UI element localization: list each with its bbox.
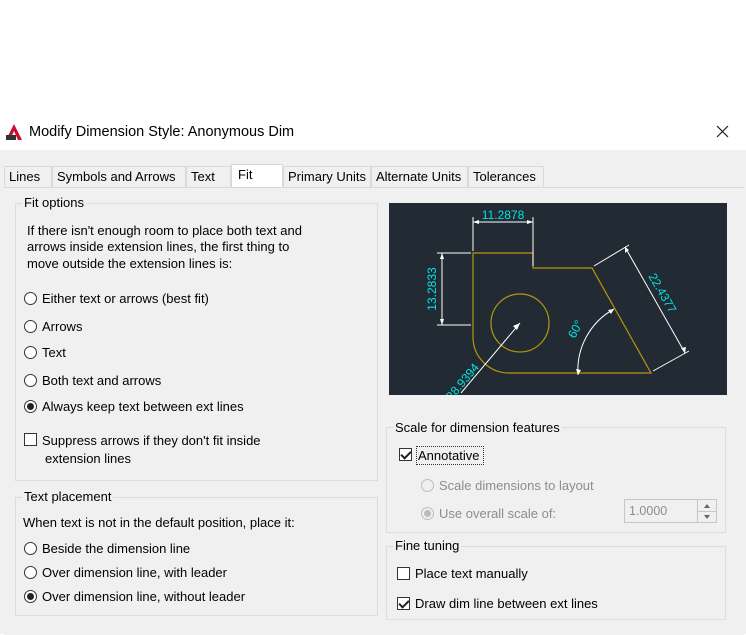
radio-overall-scale-label[interactable]: Use overall scale of: [439,506,556,521]
preview-outline [472,252,653,374]
preview-dim-radius: R8.9394 [442,360,482,395]
radio-scale-to-layout[interactable] [421,479,434,492]
radio-over-with-leader[interactable] [24,566,37,579]
place-text-manually-label[interactable]: Place text manually [415,566,528,581]
radio-both-text-and-arrows[interactable] [24,374,37,387]
checkbox-draw-dim-line[interactable] [397,597,410,610]
fit-options-description-line2: arrows inside extension lines, the first… [27,239,290,254]
tab-tolerances[interactable]: Tolerances [468,166,544,187]
checkbox-place-text-manually[interactable] [397,567,410,580]
overall-scale-spinner[interactable]: 1.0000 [624,499,717,523]
tab-alternate-units[interactable]: Alternate Units [371,166,468,187]
tab-label: Lines [9,169,41,184]
tab-primary-units[interactable]: Primary Units [283,166,371,187]
annotative-label[interactable]: Annotative [418,448,479,463]
close-button[interactable] [702,118,742,148]
tab-label: Text [191,169,215,184]
preview-dim-angle: 60° [565,318,586,341]
fit-options-description-line1: If there isn't enough room to place both… [27,223,302,238]
tab-label: Fit [238,167,253,182]
radio-over-without-leader-label[interactable]: Over dimension line, without leader [42,589,245,604]
radio-overall-scale[interactable] [421,507,434,520]
draw-dim-line-label[interactable]: Draw dim line between ext lines [415,596,598,611]
fine-tuning-title: Fine tuning [393,538,462,553]
radio-text[interactable] [24,346,37,359]
fit-options-description-line3: move outside the extension lines is: [27,256,233,271]
radio-always-keep-text[interactable] [24,400,37,413]
autocad-app-icon [5,123,23,141]
suppress-arrows-label-line2[interactable]: extension lines [45,451,131,466]
checkbox-annotative[interactable] [399,448,412,461]
radio-arrows[interactable] [24,320,37,333]
tab-label: Symbols and Arrows [57,169,176,184]
tab-label: Primary Units [288,169,367,184]
tab-fit[interactable]: Fit [231,164,283,188]
fit-options-title: Fit options [22,195,86,210]
spinner-buttons [697,500,716,522]
radio-text-label[interactable]: Text [42,345,66,360]
preview-dim-top: 11.2878 [482,208,525,222]
radio-beside-dimension-line[interactable] [24,542,37,555]
suppress-arrows-label-line1[interactable]: Suppress arrows if they don't fit inside [42,433,261,448]
preview-drawing: 11.2878 13.2833 22.4377 60° R8.9394 [425,208,690,404]
radio-both-text-and-arrows-label[interactable]: Both text and arrows [42,373,161,388]
checkbox-suppress-arrows[interactable] [24,433,37,446]
spinner-down-button[interactable] [698,511,716,522]
radio-scale-to-layout-label[interactable]: Scale dimensions to layout [439,478,594,493]
radio-best-fit-label[interactable]: Either text or arrows (best fit) [42,291,209,306]
radio-beside-dimension-line-label[interactable]: Beside the dimension line [42,541,190,556]
radio-always-keep-text-label[interactable]: Always keep text between ext lines [42,399,244,414]
radio-over-without-leader[interactable] [24,590,37,603]
scale-title: Scale for dimension features [393,420,562,435]
radio-best-fit[interactable] [24,292,37,305]
text-placement-description: When text is not in the default position… [23,515,295,530]
tab-text[interactable]: Text [186,166,231,187]
radio-arrows-label[interactable]: Arrows [42,319,82,334]
radio-over-with-leader-label[interactable]: Over dimension line, with leader [42,565,227,580]
title-bar: Modify Dimension Style: Anonymous Dim [0,118,746,150]
window-title: Modify Dimension Style: Anonymous Dim [29,124,295,140]
tab-label: Tolerances [473,169,536,184]
tab-symbols-and-arrows[interactable]: Symbols and Arrows [52,166,186,187]
text-placement-title: Text placement [22,489,114,504]
chevron-down-icon [704,515,710,519]
tab-label: Alternate Units [376,169,462,184]
tab-lines[interactable]: Lines [4,166,52,187]
overall-scale-value[interactable]: 1.0000 [629,504,667,518]
preview-dim-left: 13.2833 [425,267,439,311]
dimension-preview: 11.2878 13.2833 22.4377 60° R8.9394 [389,203,727,404]
close-icon [716,125,729,138]
